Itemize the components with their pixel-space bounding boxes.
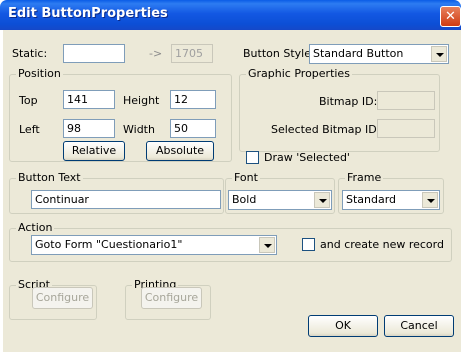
frame-group-title: Frame [345, 171, 384, 184]
action-group-title: Action [16, 221, 55, 234]
graphic-properties-title: Graphic Properties [246, 67, 352, 80]
selected-bitmap-id-label: Selected Bitmap ID: [271, 123, 381, 136]
top-input[interactable]: 141 [63, 90, 115, 109]
static-input[interactable] [63, 44, 125, 63]
height-input[interactable]: 12 [170, 90, 216, 109]
window-title: Edit ButtonProperties [8, 6, 168, 21]
cancel-button[interactable]: Cancel [384, 315, 454, 337]
button-style-label: Button Style: [243, 47, 315, 60]
height-label: Height [123, 94, 160, 107]
font-group-title: Font [232, 171, 260, 184]
create-new-record-label: and create new record [320, 238, 444, 251]
button-text-group-title: Button Text [16, 171, 83, 184]
chevron-down-icon[interactable] [314, 192, 330, 208]
frame-value: Standard [346, 193, 397, 206]
static-id-field: 1705 [171, 44, 213, 63]
draw-selected-checkbox[interactable] [246, 151, 259, 164]
button-style-value: Standard Button [313, 47, 404, 60]
left-label: Left [19, 123, 40, 136]
position-group-title: Position [16, 67, 63, 80]
chevron-down-icon[interactable] [259, 237, 275, 253]
title-bar: Edit ButtonProperties [0, 0, 461, 30]
script-configure-button[interactable]: Configure [32, 287, 93, 309]
frame-select[interactable]: Standard [342, 190, 440, 210]
dialog-client-area: Static: -> 1705 Button Style: Standard B… [3, 30, 461, 352]
draw-selected-label: Draw 'Selected' [264, 151, 350, 164]
static-arrow: -> [149, 47, 163, 60]
bitmap-id-label: Bitmap ID: [319, 95, 378, 108]
ok-button[interactable]: OK [308, 315, 378, 337]
selected-bitmap-id-input [377, 119, 435, 138]
width-label: Width [123, 123, 155, 136]
absolute-button[interactable]: Absolute [146, 141, 214, 161]
font-value: Bold [232, 193, 257, 206]
chevron-down-icon[interactable] [422, 192, 438, 208]
printing-configure-button[interactable]: Configure [141, 287, 202, 309]
left-input[interactable]: 98 [63, 119, 115, 138]
static-label: Static: [12, 47, 48, 60]
close-icon[interactable]: ✕ [440, 6, 461, 27]
button-text-input[interactable]: Continuar [31, 190, 221, 209]
action-value: Goto Form "Cuestionario1" [35, 238, 183, 251]
relative-button[interactable]: Relative [63, 141, 125, 161]
button-style-select[interactable]: Standard Button [309, 44, 449, 64]
graphic-properties-group: Graphic Properties [239, 67, 440, 152]
create-new-record-checkbox[interactable] [302, 238, 315, 251]
action-select[interactable]: Goto Form "Cuestionario1" [31, 235, 277, 255]
top-label: Top [19, 94, 38, 107]
chevron-down-icon[interactable] [431, 46, 447, 62]
width-input[interactable]: 50 [170, 119, 216, 138]
font-select[interactable]: Bold [228, 190, 332, 210]
bitmap-id-input [377, 91, 435, 110]
